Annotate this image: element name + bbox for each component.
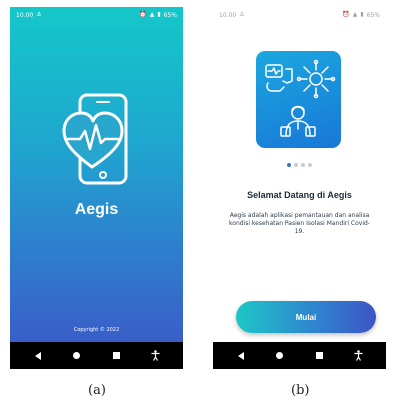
- page-indicator: [213, 163, 386, 167]
- caption-a: (a): [88, 383, 106, 398]
- signal-icon: ▲: [149, 11, 155, 18]
- battery-icon: ▮: [360, 11, 364, 18]
- battery-icon: ▮: [157, 11, 161, 18]
- page-dot[interactable]: [308, 163, 312, 167]
- page-dot-active[interactable]: [287, 163, 291, 167]
- welcome-title: Selamat Datang di Aegis: [247, 190, 352, 200]
- health-monitoring-illustration: [256, 51, 341, 148]
- home-icon[interactable]: [67, 346, 87, 366]
- app-name: Aegis: [74, 201, 119, 218]
- page-dot[interactable]: [294, 163, 298, 167]
- page-dot[interactable]: [301, 163, 305, 167]
- status-bar: 10.00 ⚓ ⏰ ▲ ▮ 65%: [10, 7, 183, 23]
- welcome-description: Aegis adalah aplikasi pemantauan dan ana…: [229, 212, 370, 235]
- status-time: 10.00: [219, 11, 237, 19]
- alarm-icon: ⏰: [139, 11, 147, 18]
- battery-level: 65%: [163, 11, 177, 19]
- status-time: 10.00: [16, 11, 34, 19]
- phone-heartbeat-icon: [62, 93, 132, 193]
- usb-icon: ⚓: [239, 11, 245, 18]
- recent-apps-icon[interactable]: [106, 346, 126, 366]
- alarm-icon: ⏰: [342, 11, 350, 18]
- home-icon[interactable]: [270, 346, 290, 366]
- navigation-bar: [10, 342, 183, 369]
- navigation-bar: [213, 342, 386, 369]
- accessibility-icon[interactable]: [348, 346, 368, 366]
- accessibility-icon[interactable]: [145, 346, 165, 366]
- copyright-text: Copyright © 2022: [73, 327, 120, 333]
- recent-apps-icon[interactable]: [309, 346, 329, 366]
- usb-icon: ⚓: [36, 11, 42, 18]
- status-bar: 10.00 ⚓ ⏰ ▲ ▮ 65%: [213, 7, 386, 23]
- splash-screen: 10.00 ⚓ ⏰ ▲ ▮ 65% Aegis Copyright © 2022: [10, 7, 183, 369]
- welcome-screen: 10.00 ⚓ ⏰ ▲ ▮ 65% Selamat Datang di Aegi…: [213, 7, 386, 369]
- start-button[interactable]: Mulai: [236, 301, 376, 333]
- back-icon[interactable]: [231, 346, 251, 366]
- caption-b: (b): [291, 383, 310, 398]
- back-icon[interactable]: [28, 346, 48, 366]
- signal-icon: ▲: [352, 11, 358, 18]
- battery-level: 65%: [366, 11, 380, 19]
